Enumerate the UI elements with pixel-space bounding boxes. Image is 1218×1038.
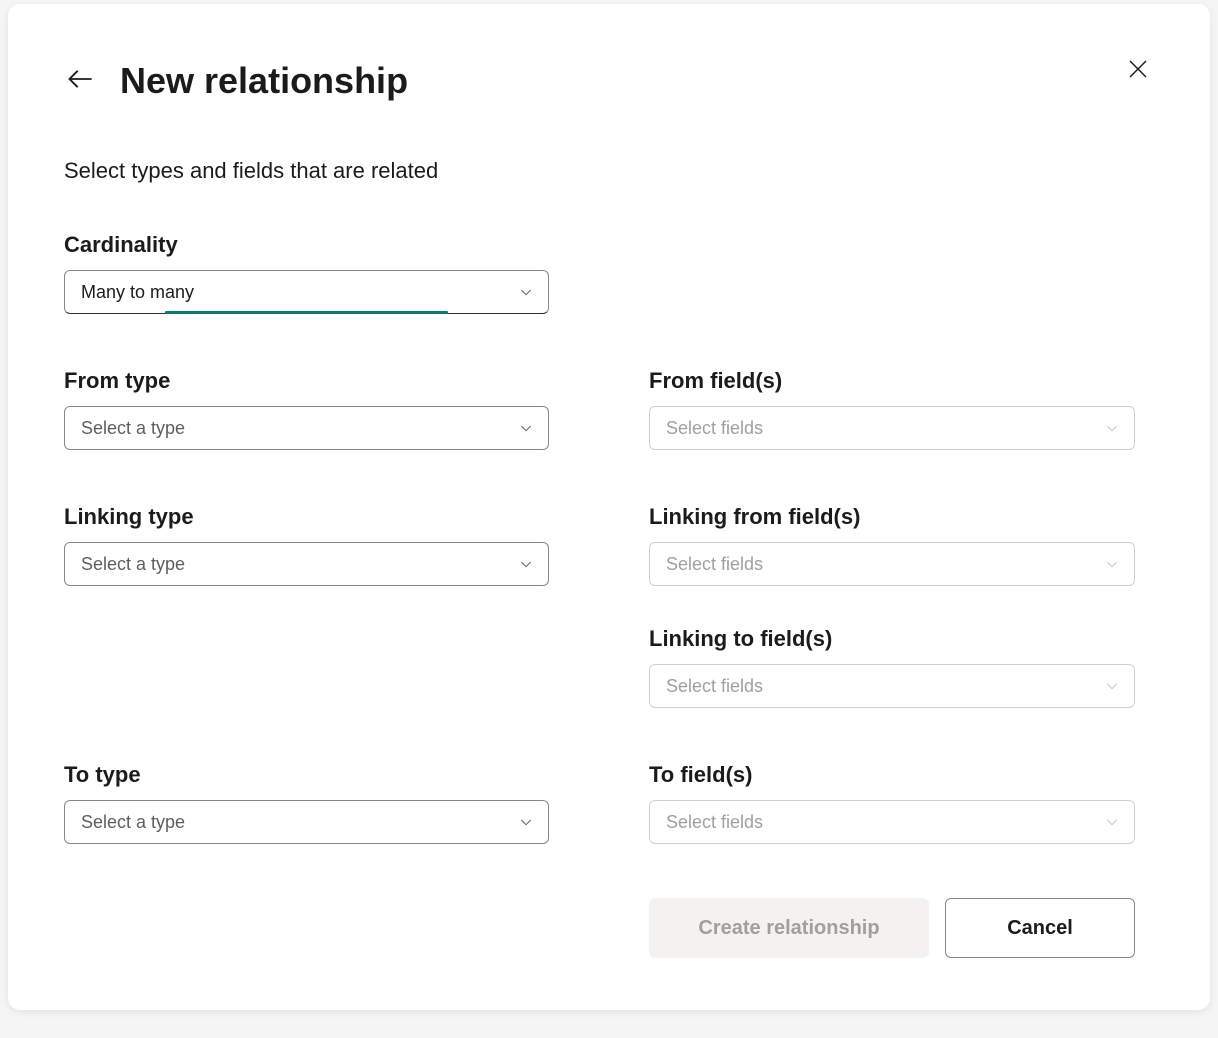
to-type-placeholder: Select a type [81, 812, 185, 833]
from-type-label: From type [64, 368, 549, 394]
from-type-group: From type Select a type [64, 368, 549, 450]
linking-from-fields-group: Linking from field(s) Select fields [649, 504, 1135, 586]
chevron-down-icon [518, 814, 534, 830]
chevron-down-icon [518, 556, 534, 572]
back-button[interactable] [64, 65, 96, 97]
from-fields-group: From field(s) Select fields [649, 368, 1135, 450]
chevron-down-icon [1104, 678, 1120, 694]
form-columns: From type Select a type Linking type Sel… [64, 368, 1154, 958]
cardinality-value: Many to many [81, 282, 194, 303]
to-type-group: To type Select a type [64, 762, 549, 844]
linking-from-fields-dropdown[interactable]: Select fields [649, 542, 1135, 586]
close-icon [1126, 57, 1150, 86]
linking-to-fields-label: Linking to field(s) [649, 626, 1135, 652]
to-fields-placeholder: Select fields [666, 812, 763, 833]
cardinality-dropdown[interactable]: Many to many [64, 270, 549, 314]
right-column: From field(s) Select fields Linking from… [649, 368, 1135, 958]
spacer [64, 640, 549, 762]
from-type-dropdown[interactable]: Select a type [64, 406, 549, 450]
chevron-down-icon [518, 420, 534, 436]
to-type-dropdown[interactable]: Select a type [64, 800, 549, 844]
to-type-label: To type [64, 762, 549, 788]
to-fields-dropdown[interactable]: Select fields [649, 800, 1135, 844]
linking-type-label: Linking type [64, 504, 549, 530]
from-fields-placeholder: Select fields [666, 418, 763, 439]
linking-type-dropdown[interactable]: Select a type [64, 542, 549, 586]
linking-from-fields-label: Linking from field(s) [649, 504, 1135, 530]
footer-actions: Create relationship Cancel [649, 898, 1135, 958]
chevron-down-icon [1104, 420, 1120, 436]
panel-header: New relationship [64, 60, 1154, 102]
linking-type-group: Linking type Select a type [64, 504, 549, 586]
left-column: From type Select a type Linking type Sel… [64, 368, 549, 958]
to-fields-group: To field(s) Select fields [649, 762, 1135, 844]
new-relationship-panel: New relationship Select types and fields… [8, 4, 1210, 1010]
to-fields-label: To field(s) [649, 762, 1135, 788]
create-relationship-button[interactable]: Create relationship [649, 898, 929, 958]
cancel-button[interactable]: Cancel [945, 898, 1135, 958]
title-group: New relationship [64, 60, 408, 102]
cardinality-group: Cardinality Many to many [64, 232, 549, 314]
page-title: New relationship [120, 60, 408, 102]
from-type-placeholder: Select a type [81, 418, 185, 439]
linking-to-fields-dropdown[interactable]: Select fields [649, 664, 1135, 708]
linking-to-fields-placeholder: Select fields [666, 676, 763, 697]
chevron-down-icon [1104, 814, 1120, 830]
arrow-left-icon [66, 65, 94, 98]
chevron-down-icon [1104, 556, 1120, 572]
linking-to-fields-group: Linking to field(s) Select fields [649, 626, 1135, 708]
from-fields-dropdown[interactable]: Select fields [649, 406, 1135, 450]
chevron-down-icon [518, 284, 534, 300]
from-fields-label: From field(s) [649, 368, 1135, 394]
cardinality-label: Cardinality [64, 232, 549, 258]
close-button[interactable] [1122, 55, 1154, 87]
linking-type-placeholder: Select a type [81, 554, 185, 575]
panel-subtitle: Select types and fields that are related [64, 158, 1154, 184]
linking-from-fields-placeholder: Select fields [666, 554, 763, 575]
